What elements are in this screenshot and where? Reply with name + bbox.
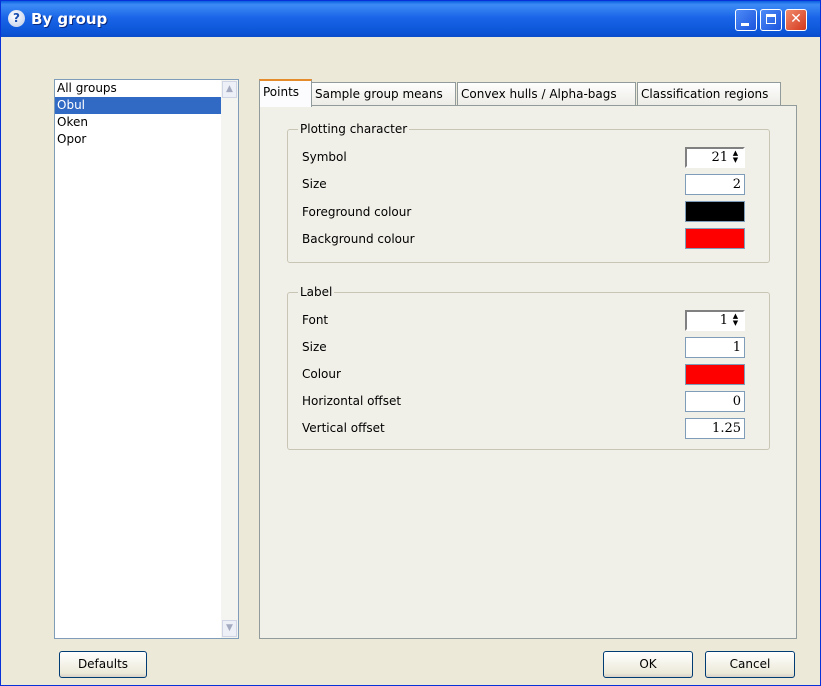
group-item-obul[interactable]: Obul: [55, 97, 238, 114]
label-size-input[interactable]: 1: [685, 337, 745, 358]
spin-arrows-icon[interactable]: ▲ ▼: [730, 313, 741, 328]
font-spinner[interactable]: 1 ▲ ▼: [685, 310, 745, 331]
font-value: 1: [719, 313, 728, 328]
horizontal-offset-input[interactable]: 0: [685, 391, 745, 412]
symbol-spinner[interactable]: 21 ▲ ▼: [685, 147, 745, 168]
foreground-colour-label: Foreground colour: [302, 205, 412, 219]
symbol-value: 21: [711, 150, 728, 165]
group-item-oken[interactable]: Oken: [55, 114, 238, 131]
tab-convex-hulls[interactable]: Convex hulls / Alpha-bags: [457, 82, 636, 106]
plotting-character-legend: Plotting character: [300, 122, 408, 136]
font-label: Font: [302, 313, 329, 327]
maximize-button[interactable]: [760, 9, 782, 31]
label-colour-label: Colour: [302, 367, 341, 381]
background-colour-label: Background colour: [302, 232, 415, 246]
vertical-offset-input[interactable]: 1.25: [685, 418, 745, 439]
tab-points[interactable]: Points: [259, 79, 312, 107]
cancel-button[interactable]: Cancel: [705, 651, 795, 678]
background-colour-swatch[interactable]: [685, 228, 745, 249]
scroll-up-arrow-icon[interactable]: ▲: [222, 81, 237, 98]
label-legend: Label: [300, 285, 333, 299]
help-icon: ?: [8, 10, 25, 27]
tab-sample-group-means[interactable]: Sample group means: [311, 82, 456, 106]
group-item-opor[interactable]: Opor: [55, 131, 238, 148]
horizontal-offset-label: Horizontal offset: [302, 394, 402, 408]
window-title: By group: [31, 10, 108, 28]
foreground-colour-swatch[interactable]: [685, 201, 745, 222]
scroll-down-arrow-icon[interactable]: ▼: [222, 620, 237, 637]
ok-button[interactable]: OK: [603, 651, 693, 678]
title-bar[interactable]: ? By group: [1, 1, 820, 37]
minimize-button[interactable]: [735, 9, 757, 31]
defaults-button[interactable]: Defaults: [59, 651, 147, 678]
spin-arrows-icon[interactable]: ▲ ▼: [730, 150, 741, 165]
dialog-window: ? By group All groups Obul Oken Opor ▲ ▼…: [0, 0, 821, 686]
group-item-all-groups[interactable]: All groups: [55, 80, 238, 97]
point-size-input[interactable]: 2: [685, 174, 745, 195]
label-size-label: Size: [302, 340, 327, 354]
group-list[interactable]: All groups Obul Oken Opor ▲ ▼: [54, 79, 239, 639]
label-colour-swatch[interactable]: [685, 364, 745, 385]
tab-classification-regions[interactable]: Classification regions: [637, 82, 781, 106]
point-size-label: Size: [302, 177, 327, 191]
vertical-offset-label: Vertical offset: [302, 421, 385, 435]
close-button[interactable]: [785, 9, 807, 31]
symbol-label: Symbol: [302, 150, 347, 164]
list-scrollbar[interactable]: ▲ ▼: [221, 80, 238, 638]
